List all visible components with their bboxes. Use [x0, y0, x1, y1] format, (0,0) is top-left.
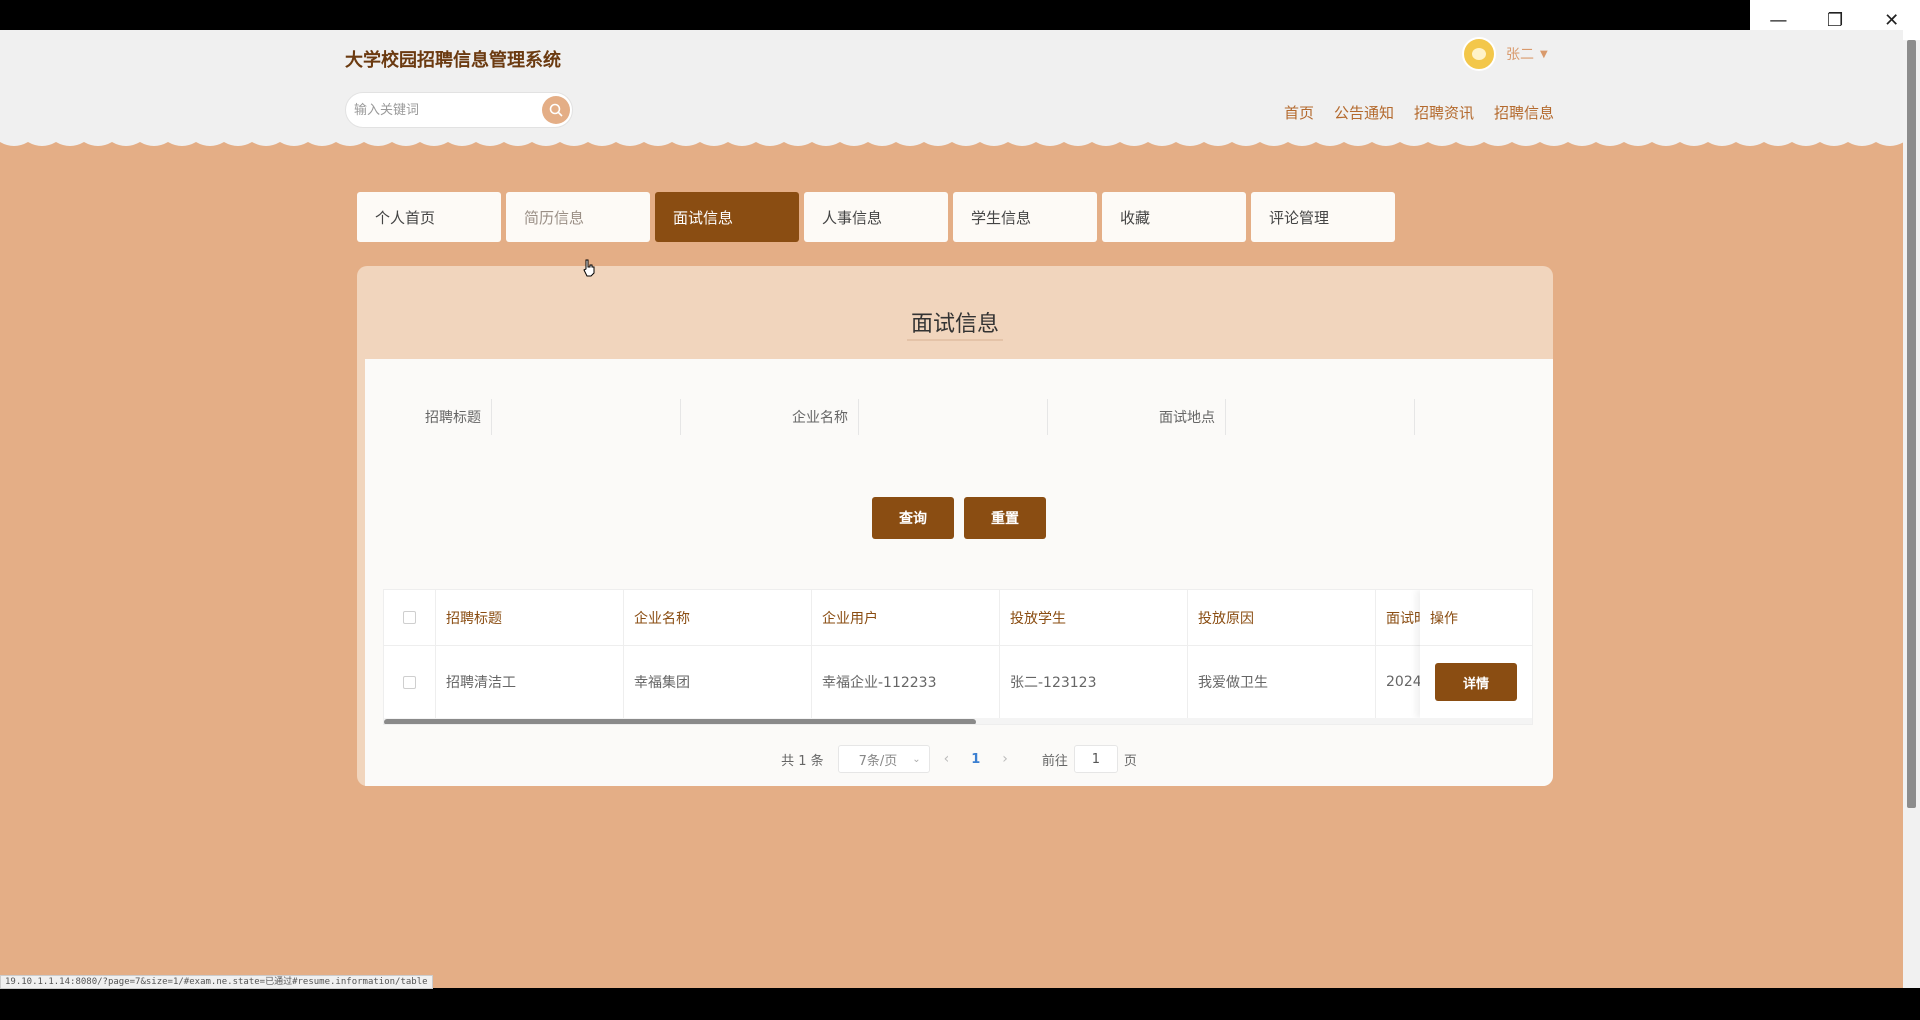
scrollbar-thumb[interactable]: [1907, 40, 1916, 808]
top-nav: 首页 公告通知 招聘资讯 招聘信息: [1284, 102, 1554, 123]
site-header: 大学校园招聘信息管理系统 张二 ▼ 首页 公告通知 招聘资讯 招聘信息: [0, 30, 1903, 142]
filter-title-label: 招聘标题: [425, 410, 481, 426]
filter-location-input[interactable]: [1225, 399, 1415, 435]
tab-bar: 个人首页 简历信息 面试信息 人事信息 学生信息 收藏 评论管理: [357, 192, 1395, 242]
pagination-total: 共 1 条: [781, 753, 824, 769]
column-header[interactable]: 企业名称: [624, 590, 812, 645]
nav-jobs[interactable]: 招聘信息: [1494, 102, 1554, 123]
page-viewport: 大学校园招聘信息管理系统 张二 ▼ 首页 公告通知 招聘资讯 招聘信息 个人首页: [0, 30, 1903, 988]
chevron-down-icon: ⌄: [912, 753, 921, 765]
row-checkbox[interactable]: [403, 675, 416, 689]
header-wave-divider: [0, 134, 1903, 146]
select-all-checkbox[interactable]: [403, 611, 416, 624]
tab-students[interactable]: 学生信息: [953, 192, 1097, 242]
tab-comments[interactable]: 评论管理: [1251, 192, 1395, 242]
chevron-down-icon[interactable]: ▼: [1540, 49, 1548, 60]
filter-company-input[interactable]: [858, 399, 1048, 435]
filter-company-label: 企业名称: [792, 410, 848, 426]
pagination: 共 1 条 7条/页 ⌄ ‹ 1 › 前往 1 页: [365, 745, 1553, 773]
select-all-cell: [384, 590, 436, 645]
reset-button[interactable]: 重置: [964, 497, 1046, 539]
table-cell: 招聘清洁工: [436, 646, 624, 718]
next-page-icon[interactable]: ›: [1002, 751, 1008, 767]
table-header: 招聘标题 企业名称 企业用户 投放学生 投放原因 面试时: [384, 590, 1532, 646]
goto-label: 前往: [1041, 753, 1068, 769]
page-number[interactable]: 1: [971, 752, 980, 767]
interview-table: 招聘标题 企业名称 企业用户 投放学生 投放原因 面试时 招聘清洁工 幸福集团 …: [383, 589, 1533, 725]
username[interactable]: 张二: [1506, 44, 1534, 64]
tab-favorites[interactable]: 收藏: [1102, 192, 1246, 242]
prev-page-icon[interactable]: ‹: [944, 751, 950, 767]
table-cell: 张二-123123: [1000, 646, 1188, 718]
search-icon: [549, 103, 563, 117]
filter-location-label: 面试地点: [1159, 410, 1215, 426]
detail-button[interactable]: 详情: [1435, 663, 1517, 701]
nav-notices[interactable]: 公告通知: [1334, 102, 1394, 123]
tab-hr[interactable]: 人事信息: [804, 192, 948, 242]
page-vertical-scrollbar[interactable]: [1903, 40, 1920, 988]
tab-profile[interactable]: 个人首页: [357, 192, 501, 242]
table-horizontal-scrollbar[interactable]: [384, 718, 1532, 724]
table-cell: 幸福集团: [624, 646, 812, 718]
page-title-text: 面试信息: [906, 312, 1003, 341]
operation-column: 操作 详情: [1420, 590, 1532, 718]
panel-body: 招聘标题 企业名称 面试地点 查询 重置 招聘标题 企业名称 企业用户 投放学生: [365, 359, 1553, 786]
row-select-cell: [384, 646, 436, 718]
nav-home[interactable]: 首页: [1284, 102, 1314, 123]
table-cell: 幸福企业-112233: [812, 646, 1000, 718]
page-title: 面试信息: [357, 266, 1553, 359]
table-row: 招聘清洁工 幸福集团 幸福企业-112233 张二-123123 我爱做卫生 2…: [384, 646, 1532, 718]
query-button[interactable]: 查询: [872, 497, 954, 539]
tab-resume[interactable]: 简历信息: [506, 192, 650, 242]
user-menu[interactable]: 张二 ▼: [1462, 37, 1548, 71]
page-size-select[interactable]: 7条/页 ⌄: [837, 745, 930, 773]
table-cell: 我爱做卫生: [1188, 646, 1376, 718]
filter-title-input[interactable]: [491, 399, 681, 435]
search-button[interactable]: [542, 96, 570, 124]
page-size-value: 7条/页: [858, 753, 898, 769]
goto-page-input[interactable]: 1: [1073, 745, 1118, 773]
column-header-operation: 操作: [1420, 590, 1532, 646]
page-suffix: 页: [1123, 753, 1137, 769]
operation-cell: 详情: [1420, 646, 1532, 718]
search-input[interactable]: [354, 93, 534, 127]
filter-company: 企业名称: [762, 399, 1048, 435]
site-title: 大学校园招聘信息管理系统: [345, 50, 561, 71]
filter-location: 面试地点: [1129, 399, 1415, 435]
column-header[interactable]: 投放原因: [1188, 590, 1376, 645]
window-titlebar: [0, 0, 1920, 30]
filter-title: 招聘标题: [395, 399, 681, 435]
content-panel: 面试信息 招聘标题 企业名称 面试地点 查询 重置 招聘标题 企业名称 企业用户…: [357, 266, 1553, 786]
mouse-pointer-icon: [583, 259, 595, 277]
nav-news[interactable]: 招聘资讯: [1414, 102, 1474, 123]
column-header[interactable]: 投放学生: [1000, 590, 1188, 645]
column-header[interactable]: 企业用户: [812, 590, 1000, 645]
avatar[interactable]: [1462, 37, 1496, 71]
tab-interview[interactable]: 面试信息: [655, 192, 799, 242]
search-box: [345, 92, 573, 128]
column-header[interactable]: 招聘标题: [436, 590, 624, 645]
status-url: 19.10.1.1.14:8080/?page=7&size=1/#exam.n…: [0, 975, 433, 989]
scrollbar-thumb[interactable]: [384, 719, 976, 724]
